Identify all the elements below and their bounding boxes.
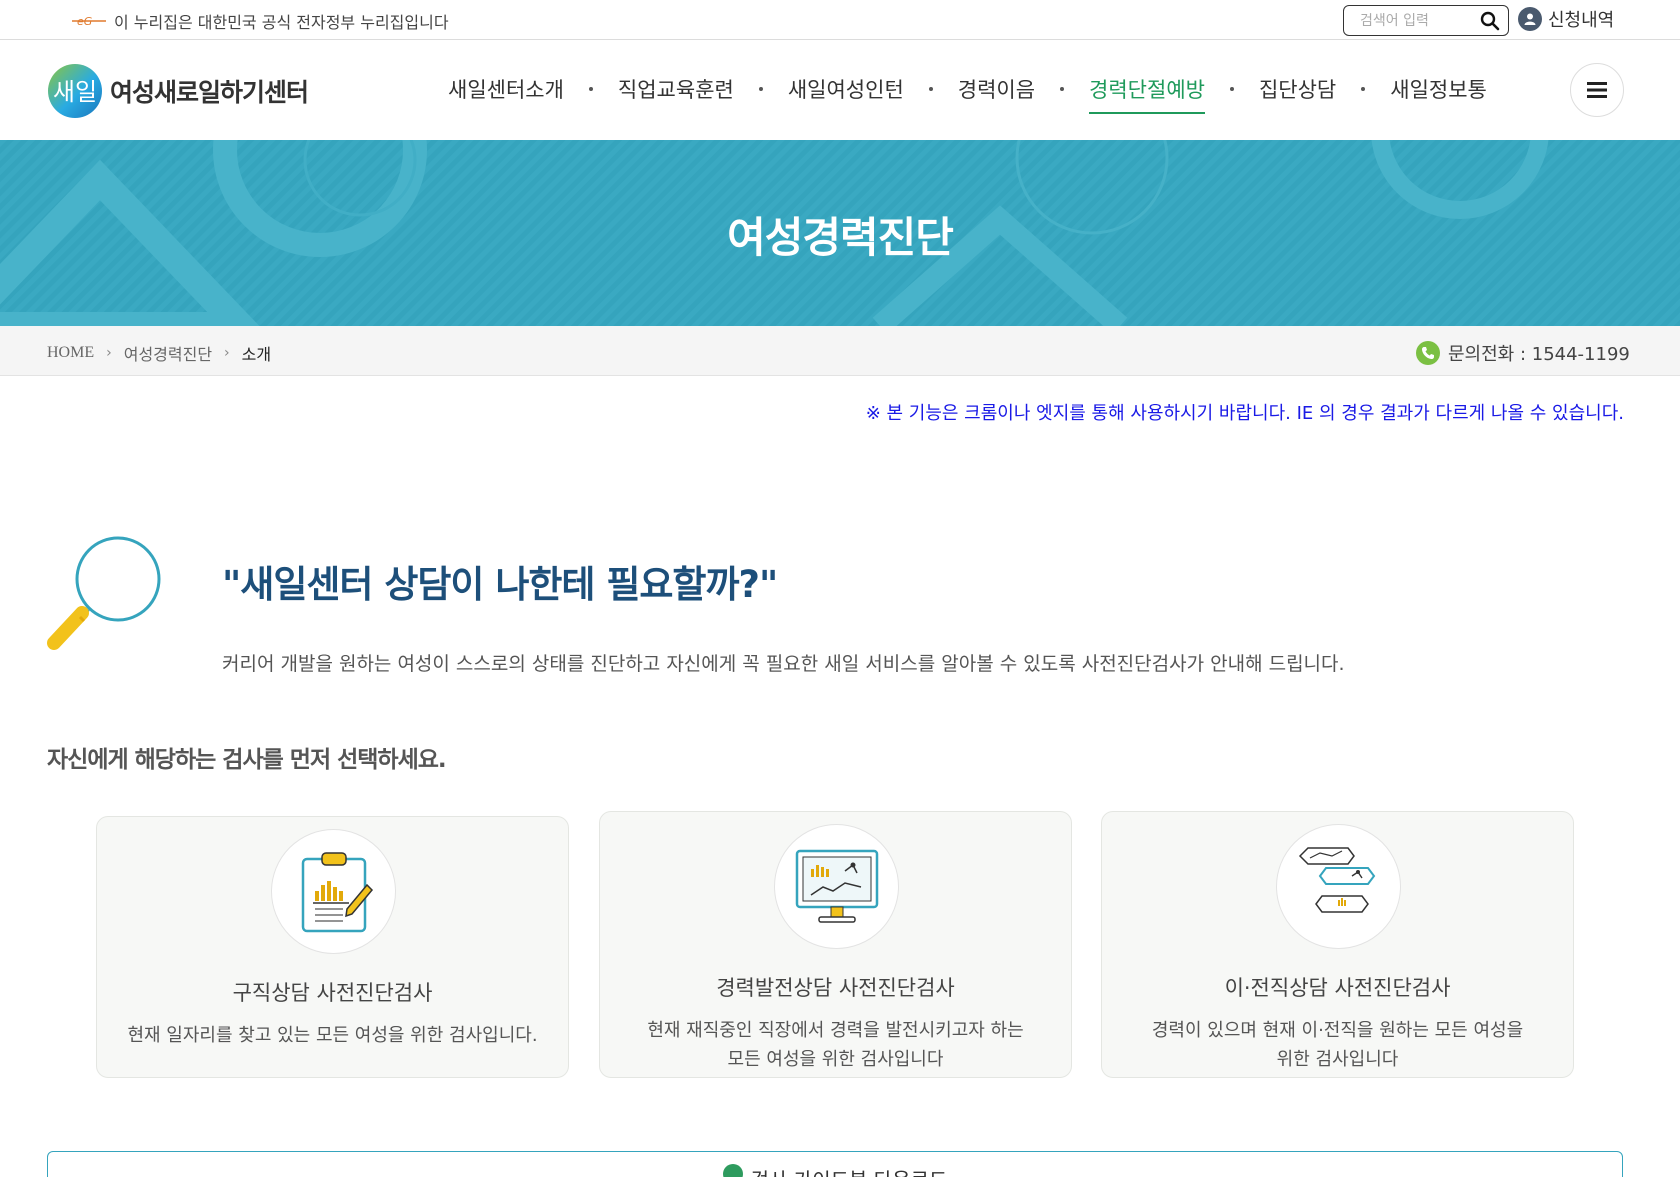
nav-item-career-link[interactable]: 경력이음 [958,74,1035,114]
hero-banner: 여성경력진단 [0,140,1680,326]
nav-item-intern[interactable]: 새일여성인턴 [788,74,904,114]
svg-text:eG: eG [77,15,92,28]
all-menu-button[interactable] [1570,63,1624,117]
job-change-arrows-icon [1298,846,1375,913]
card-job-seeking-test[interactable]: 구직상담 사전진단검사 현재 일자리를 찾고 있는 모든 여성을 위한 검사입니… [96,816,569,1078]
download-label: 검사 가이드북 다운로드 [751,1164,948,1177]
card-title: 경력발전상담 사전진단검사 [716,976,955,1000]
card-description: 현재 일자리를 찾고 있는 모든 여성을 위한 검사입니다. [117,1021,548,1050]
phone-inquiry: 문의전화 : 1544-1199 [1416,340,1630,366]
magnifier-icon [47,536,161,650]
card-description-line: 현재 일자리를 찾고 있는 모든 여성을 위한 검사입니다. [127,1025,538,1046]
card-title: 이·전직상담 사전진단검사 [1224,976,1451,1000]
breadcrumb-home[interactable]: HOME [47,344,94,362]
intro-title: "새일센터 상담이 나한테 필요할까?" [222,563,778,606]
nav-separator [1361,87,1366,91]
guidebook-download-button[interactable]: 검사 가이드북 다운로드 [47,1151,1623,1177]
svg-text:새일: 새일 [53,78,97,106]
nav-item-career-prevention[interactable]: 경력단절예방 [1089,74,1205,114]
card-title: 구직상담 사전진단검사 [232,981,433,1005]
search-button[interactable] [1480,10,1500,32]
card-description-line: 경력이 있으며 현재 이·전직을 원하는 모든 여성을 [1151,1020,1524,1041]
apply-history-label: 신청내역 [1548,10,1615,31]
card-career-development-test[interactable]: 경력발전상담 사전진단검사 현재 재직중인 직장에서 경력을 발전시키고자 하는… [599,811,1072,1078]
logo-mark-icon: 새일 [48,64,102,118]
gov-notice: eG 이 누리집은 대한민국 공식 전자정부 누리집입니다 [72,9,449,33]
download-icon [722,1164,743,1177]
apply-history-link[interactable]: 신청내역 [1518,6,1614,32]
gov-banner: eG 이 누리집은 대한민국 공식 전자정부 누리집입니다 신청내역 [0,0,1680,40]
user-icon [1518,7,1542,31]
card-description-line: 위한 검사입니다 [1276,1049,1399,1070]
section-title: 자신에게 해당하는 검사를 먼저 선택하세요. [47,747,447,773]
chevron-right-icon: › [106,345,112,361]
hamburger-icon [1587,82,1607,98]
gov-logo-icon: eG [72,15,106,28]
nav-item-info[interactable]: 새일정보통 [1390,74,1487,114]
logo-text: 여성새로일하기센터 [110,78,309,107]
phone-label: 문의전화 : 1544-1199 [1448,344,1630,365]
site-header: 새일 여성새로일하기센터 새일센터소개 직업교육훈련 새일여성인턴 경력이음 경… [0,40,1680,140]
card-icon-circle [1276,824,1401,949]
nav-separator [758,87,763,91]
search-icon [1480,11,1500,30]
breadcrumb: HOME › 여성경력진단 › 소개 [47,341,271,365]
breadcrumb-current: 소개 [241,345,272,364]
nav-item-job-training[interactable]: 직업교육훈련 [618,74,734,114]
clipboard-chart-icon [301,851,373,932]
phone-icon [1416,341,1440,365]
nav-item-group-counseling[interactable]: 집단상담 [1259,74,1336,114]
page-title: 여성경력진단 [727,213,954,262]
main-nav: 새일센터소개 직업교육훈련 새일여성인턴 경력이음 경력단절예방 집단상담 새일… [448,74,1487,114]
browser-notice: ※ 본 기능은 크롬이나 엣지를 통해 사용하시기 바랍니다. IE 의 경우 … [865,403,1624,424]
nav-separator [1060,87,1065,91]
nav-separator [1229,87,1234,91]
monitor-chart-icon [795,849,878,923]
search-box [1343,5,1509,36]
intro-description: 커리어 개발을 원하는 여성이 스스로의 상태를 진단하고 자신에게 꼭 필요한… [222,653,1345,675]
card-icon-circle [271,829,396,954]
nav-separator [588,87,593,91]
breadcrumb-bar: HOME › 여성경력진단 › 소개 문의전화 : 1544-1199 [0,326,1680,376]
card-description: 현재 재직중인 직장에서 경력을 발전시키고자 하는 모든 여성을 위한 검사입… [620,1016,1051,1074]
nav-separator [928,87,933,91]
card-description: 경력이 있으며 현재 이·전직을 원하는 모든 여성을 위한 검사입니다 [1122,1016,1553,1074]
search-input[interactable] [1360,12,1480,29]
breadcrumb-level1[interactable]: 여성경력진단 [124,341,212,365]
site-logo[interactable]: 새일 여성새로일하기센터 [46,62,309,120]
chevron-right-icon: › [224,345,230,361]
card-job-change-test[interactable]: 이·전직상담 사전진단검사 경력이 있으며 현재 이·전직을 원하는 모든 여성… [1101,811,1574,1078]
card-description-line: 현재 재직중인 직장에서 경력을 발전시키고자 하는 [647,1020,1024,1041]
card-description-line: 모든 여성을 위한 검사입니다 [727,1049,944,1070]
gov-notice-text: 이 누리집은 대한민국 공식 전자정부 누리집입니다 [114,13,449,32]
card-icon-circle [774,824,899,949]
nav-item-center-intro[interactable]: 새일센터소개 [448,74,564,114]
